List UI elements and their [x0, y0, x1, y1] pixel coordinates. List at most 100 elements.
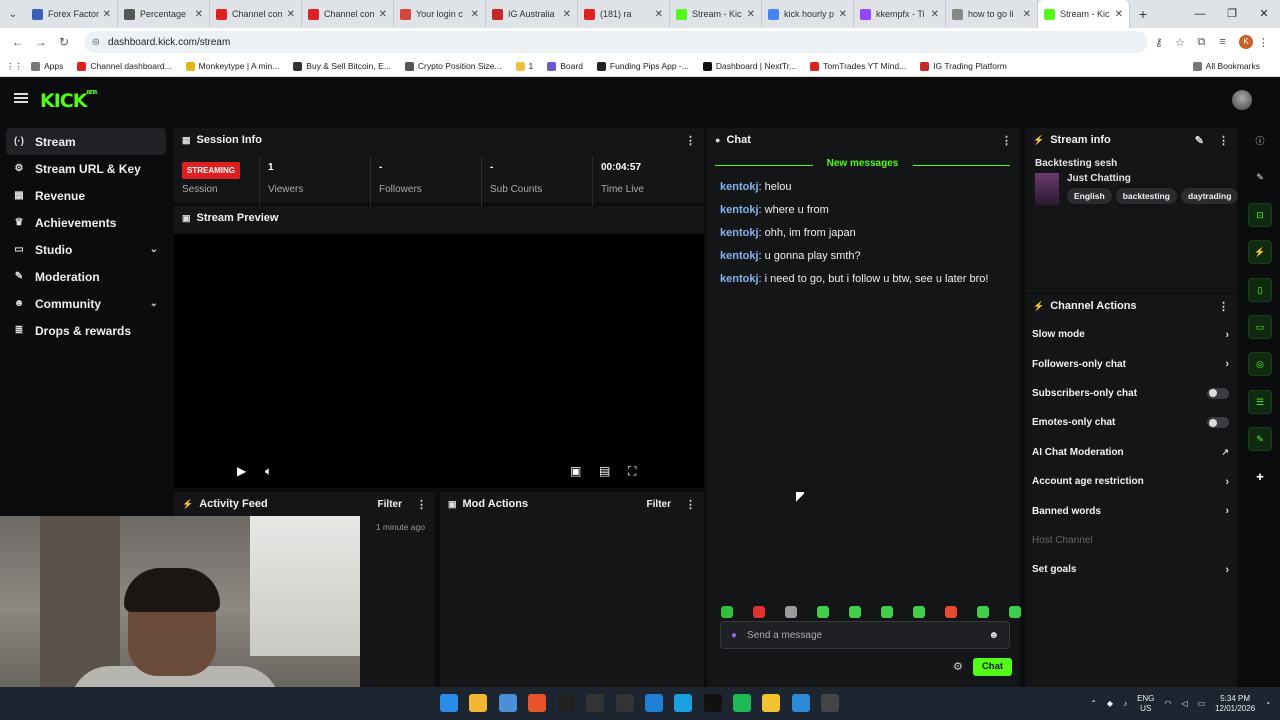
- battery-icon[interactable]: ▭: [1198, 699, 1206, 709]
- activity-filter-button[interactable]: Filter: [378, 499, 402, 510]
- channel-action-followers-only-chat[interactable]: Followers-only chat ›: [1025, 349, 1237, 378]
- tab-close-icon[interactable]: ✕: [103, 9, 111, 20]
- all-bookmarks-button[interactable]: All Bookmarks: [1192, 61, 1260, 71]
- mod-filter-button[interactable]: Filter: [647, 499, 671, 510]
- sidebar-item-achievements[interactable]: ♛ Achievements: [6, 209, 166, 236]
- emote-icon[interactable]: [881, 606, 893, 618]
- theater-mode-icon[interactable]: ▤: [599, 464, 610, 478]
- chat-username[interactable]: kentokj: [720, 181, 759, 193]
- taskbar-app-icon[interactable]: [674, 694, 693, 712]
- chat-username[interactable]: kentokj: [720, 250, 759, 262]
- tray-app-icon[interactable]: ◆: [1107, 699, 1113, 709]
- taskbar-app-icon[interactable]: [469, 694, 488, 712]
- microphone-tray-icon[interactable]: ♪: [1123, 699, 1127, 709]
- media-control-icon[interactable]: ≡: [1212, 36, 1233, 48]
- maximize-icon[interactable]: ❐: [1216, 0, 1248, 28]
- emote-icon[interactable]: [753, 606, 765, 618]
- chevron-right-icon[interactable]: ›: [1225, 476, 1229, 488]
- channel-action-set-goals[interactable]: Set goals ›: [1025, 555, 1237, 584]
- tab-close-icon[interactable]: ✕: [839, 9, 847, 20]
- browser-menu-icon[interactable]: ⋮: [1253, 36, 1274, 49]
- lightning-icon[interactable]: ⚡: [1248, 240, 1272, 264]
- sidebar-item-studio[interactable]: ▭ Studio ⌄: [6, 236, 166, 263]
- chat-username[interactable]: kentokj: [720, 273, 759, 285]
- emote-icon[interactable]: [721, 606, 733, 618]
- info-icon[interactable]: ⓘ: [1248, 128, 1272, 152]
- clock[interactable]: 5:34 PM 12/01/2026: [1215, 694, 1255, 714]
- chat-send-button[interactable]: Chat: [973, 658, 1012, 676]
- close-window-icon[interactable]: ✕: [1248, 0, 1280, 28]
- site-info-icon[interactable]: ⊜: [92, 37, 100, 48]
- forward-icon[interactable]: →: [29, 35, 52, 49]
- minimize-icon[interactable]: —: [1184, 0, 1216, 28]
- card-icon[interactable]: ▯: [1248, 278, 1272, 302]
- channel-action-subscribers-only-chat[interactable]: Subscribers-only chat: [1025, 379, 1237, 408]
- apps-grid-icon[interactable]: ⋮⋮: [6, 61, 23, 72]
- clip-icon[interactable]: ⊡: [1248, 203, 1272, 227]
- pencil-icon[interactable]: ✎: [1248, 165, 1272, 189]
- video-player[interactable]: ▶ 🔈︎ ▣ ▤ ⛶: [174, 234, 704, 488]
- taskbar-app-icon[interactable]: [820, 694, 839, 712]
- taskbar-app-icon[interactable]: [440, 694, 458, 712]
- notification-bell-icon[interactable]: ◔: [1265, 699, 1270, 709]
- stream-tag[interactable]: English: [1067, 188, 1112, 204]
- emote-icon[interactable]: [817, 606, 829, 618]
- bookmark-item[interactable]: Buy & Sell Bitcoin, E...: [293, 61, 391, 71]
- chevron-right-icon[interactable]: ›: [1225, 329, 1229, 341]
- stream-tag[interactable]: backtesting: [1115, 188, 1177, 204]
- emote-icon[interactable]: [1009, 606, 1021, 618]
- bookmark-item[interactable]: Monkeytype | A min...: [185, 61, 279, 71]
- emote-icon[interactable]: [849, 606, 861, 618]
- list-icon[interactable]: ☰: [1248, 390, 1272, 414]
- browser-tab[interactable]: Forex Factor ✕: [26, 0, 118, 28]
- microphone-icon[interactable]: ●: [731, 630, 737, 641]
- browser-tab[interactable]: Your login c ✕: [394, 0, 486, 28]
- hamburger-menu-icon[interactable]: [14, 93, 28, 103]
- tab-close-icon[interactable]: ✕: [747, 9, 755, 20]
- bookmark-item[interactable]: Channel dashboard...: [77, 61, 172, 71]
- browser-tab[interactable]: Channel con ✕: [302, 0, 394, 28]
- stream-category[interactable]: Just Chatting: [1067, 173, 1242, 184]
- fullscreen-icon[interactable]: ⛶: [628, 464, 636, 479]
- tab-close-icon[interactable]: ✕: [379, 9, 387, 20]
- chat-icon[interactable]: ▭: [1248, 315, 1272, 339]
- emoji-picker-icon[interactable]: ☻: [988, 630, 999, 641]
- bookmark-item[interactable]: Board: [547, 61, 583, 71]
- chat-input[interactable]: ● Send a message ☻: [720, 621, 1010, 649]
- browser-tab[interactable]: Stream - Kic ✕: [670, 0, 762, 28]
- taskbar-app-icon[interactable]: [615, 694, 634, 712]
- volume-icon[interactable]: 🔈︎: [265, 464, 272, 479]
- tab-search-icon[interactable]: ⌄: [0, 0, 26, 28]
- channel-action-banned-words[interactable]: Banned words ›: [1025, 496, 1237, 525]
- sidebar-item-drops-rewards[interactable]: ≣ Drops & rewards: [6, 317, 166, 344]
- back-icon[interactable]: ←: [6, 35, 29, 49]
- sidebar-item-revenue[interactable]: ▦ Revenue: [6, 182, 166, 209]
- browser-tab[interactable]: Stream - Kic ✕: [1038, 0, 1130, 28]
- kick-logo[interactable]: KICKBETA: [40, 90, 98, 112]
- extensions-icon[interactable]: ⧉: [1191, 36, 1212, 49]
- play-icon[interactable]: ▶: [237, 464, 246, 478]
- external-link-icon[interactable]: ↗: [1221, 447, 1229, 458]
- taskbar-app-icon[interactable]: [645, 694, 664, 712]
- session-menu-icon[interactable]: ⋮: [685, 134, 696, 147]
- chat-settings-gear-icon[interactable]: ⚙: [953, 660, 963, 673]
- channel-action-emotes-only-chat[interactable]: Emotes-only chat: [1025, 408, 1237, 437]
- toggle-switch[interactable]: [1207, 417, 1229, 429]
- bookmark-item[interactable]: Apps: [31, 61, 63, 71]
- toggle-switch[interactable]: [1207, 387, 1229, 399]
- bookmark-item[interactable]: TomTrades YT Mind...: [810, 61, 906, 71]
- puzzle-icon[interactable]: ✚: [1248, 465, 1272, 489]
- channel-actions-menu-icon[interactable]: ⋮: [1218, 300, 1229, 313]
- taskbar-app-icon[interactable]: [791, 694, 810, 712]
- emote-icon[interactable]: [977, 606, 989, 618]
- wrench-icon[interactable]: ✎: [1248, 427, 1272, 451]
- bookmark-item[interactable]: IG Trading Platform: [920, 61, 1007, 71]
- broadcast-icon[interactable]: ◎: [1248, 352, 1272, 376]
- chat-username[interactable]: kentokj: [720, 227, 759, 239]
- tab-close-icon[interactable]: ✕: [195, 9, 203, 20]
- browser-tab[interactable]: kkempfx - Ti ✕: [854, 0, 946, 28]
- new-tab-button[interactable]: +: [1130, 6, 1156, 22]
- taskbar-app-icon[interactable]: [557, 694, 576, 712]
- taskbar-app-icon[interactable]: [762, 694, 781, 712]
- tab-close-icon[interactable]: ✕: [287, 9, 295, 20]
